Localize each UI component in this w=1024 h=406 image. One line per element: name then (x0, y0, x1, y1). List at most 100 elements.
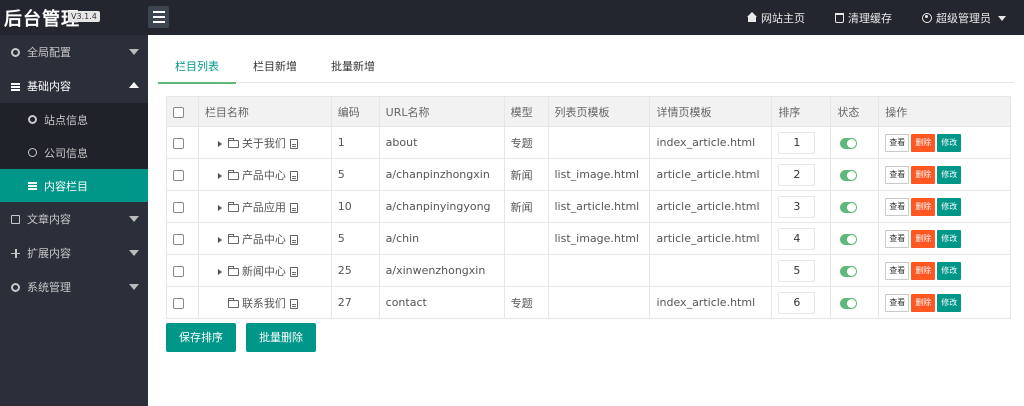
delete-button[interactable]: 删除 (911, 261, 936, 280)
column-name: 关于我们 (241, 136, 286, 150)
sidebar-item-site-info[interactable]: 站点信息 (0, 103, 148, 136)
column-header: 详情页模板 (649, 96, 773, 127)
edit-button[interactable]: 修改 (937, 293, 962, 312)
view-button[interactable]: 查看 (885, 133, 910, 152)
delete-button[interactable]: 删除 (911, 165, 936, 184)
edit-button[interactable]: 修改 (937, 133, 962, 152)
row-checkbox[interactable] (173, 265, 184, 277)
tab-batch-add[interactable]: 批量新增 (314, 55, 392, 83)
delete-button[interactable]: 删除 (911, 293, 936, 312)
sort-input[interactable]: 3 (778, 195, 816, 218)
detail-template-cell: article_article.html (649, 222, 773, 255)
row-checkbox[interactable] (173, 297, 184, 309)
list-template-cell: list_image.html (547, 158, 651, 191)
detail-template-cell (649, 254, 773, 287)
column-table: 栏目名称 编码 URL名称 模型 列表页模板 详情页模板 排序 状态 操作 关于… (166, 96, 1011, 319)
sidebar-item-basic-content[interactable]: 基础内容 (0, 69, 148, 103)
tab-column-list[interactable]: 栏目列表 (158, 55, 236, 84)
model-cell: 新闻 (503, 158, 549, 191)
view-button[interactable]: 查看 (885, 197, 910, 216)
chevron-down-icon (129, 216, 139, 222)
status-toggle[interactable] (840, 297, 858, 309)
expand-caret-icon[interactable] (217, 204, 222, 211)
sort-input[interactable]: 4 (778, 227, 816, 250)
sidebar-item-article-content[interactable]: 文章内容 (0, 202, 148, 236)
delete-button[interactable]: 删除 (911, 229, 936, 248)
clear-cache-link[interactable]: 清理缓存 (835, 10, 892, 26)
delete-button[interactable]: 删除 (911, 133, 936, 152)
status-toggle[interactable] (840, 233, 858, 245)
edit-button[interactable]: 修改 (937, 197, 962, 216)
row-checkbox[interactable] (173, 201, 184, 213)
column-name-cell: 产品中心 (197, 222, 332, 255)
user-icon (922, 13, 932, 23)
column-header: 操作 (878, 96, 1011, 127)
sidebar-item-company-info[interactable]: 公司信息 (0, 136, 148, 169)
table-row: 新闻中心 25 a/xinwenzhongxin 5 查看 删除 修改 (166, 254, 1011, 287)
sidebar-item-global-config[interactable]: 全局配置 (0, 35, 148, 69)
home-link[interactable]: 网站主页 (747, 10, 805, 26)
user-menu[interactable]: 超级管理员 (922, 10, 1006, 26)
edit-button[interactable]: 修改 (937, 229, 962, 248)
gear-icon (11, 282, 20, 292)
delete-button[interactable]: 删除 (911, 197, 936, 216)
table-body: 关于我们 1 about 专题 index_article.html 1 查看 删除 修改 产品中… (166, 126, 1011, 319)
sort-input[interactable]: 1 (778, 131, 816, 154)
model-cell: 专题 (503, 286, 549, 319)
edit-button[interactable]: 修改 (937, 165, 962, 184)
tab-column-add[interactable]: 栏目新增 (236, 55, 314, 83)
model-cell (503, 254, 549, 287)
hamburger-icon (152, 11, 165, 13)
sort-input[interactable]: 5 (778, 259, 816, 282)
row-operations: 查看 删除 修改 (885, 261, 1004, 280)
expand-caret-icon[interactable] (217, 140, 222, 147)
expand-caret-icon[interactable] (217, 172, 222, 179)
sidebar-item-extended-content[interactable]: 扩展内容 (0, 236, 148, 270)
status-toggle[interactable] (840, 265, 858, 277)
url-cell: contact (378, 286, 505, 319)
table-row: 产品中心 5 a/chin list_image.html article_articl… (166, 222, 1011, 255)
view-button[interactable]: 查看 (885, 165, 910, 184)
row-checkbox[interactable] (173, 169, 184, 181)
model-cell: 新闻 (503, 190, 549, 223)
table-header-row: 栏目名称 编码 URL名称 模型 列表页模板 详情页模板 排序 状态 操作 (166, 96, 1011, 127)
sidebar-item-content-columns[interactable]: 内容栏目 (0, 169, 148, 202)
status-toggle[interactable] (840, 201, 858, 213)
sidebar-item-system-admin[interactable]: 系统管理 (0, 270, 148, 304)
save-sort-button[interactable]: 保存排序 (166, 323, 236, 352)
gear-icon (28, 115, 37, 124)
view-button[interactable]: 查看 (885, 261, 910, 280)
model-cell (503, 222, 549, 255)
status-toggle[interactable] (840, 137, 858, 149)
document-icon (11, 214, 20, 224)
table-row: 关于我们 1 about 专题 index_article.html 1 查看 删除 修改 (166, 126, 1011, 159)
list-template-cell (547, 254, 651, 287)
page-icon (289, 266, 298, 277)
menu-toggle-button[interactable] (148, 6, 169, 28)
sort-input[interactable]: 6 (778, 291, 816, 314)
folder-icon (227, 137, 239, 148)
page-icon (289, 202, 298, 213)
edit-button[interactable]: 修改 (937, 261, 962, 280)
status-toggle[interactable] (840, 169, 858, 181)
url-cell: a/chanpinyingyong (378, 190, 505, 223)
model-cell: 专题 (503, 126, 549, 159)
row-checkbox[interactable] (173, 137, 184, 149)
page-icon (289, 170, 298, 181)
batch-delete-button[interactable]: 批量删除 (246, 323, 316, 352)
detail-template-cell: index_article.html (649, 286, 773, 319)
expand-caret-icon[interactable] (217, 236, 222, 243)
sort-input[interactable]: 2 (778, 163, 816, 186)
select-all-checkbox[interactable] (173, 106, 184, 118)
expand-caret-icon[interactable] (217, 268, 222, 275)
page-icon (289, 298, 298, 309)
top-bar: 后台管理 V3.1.4 网站主页 清理缓存 超级管理员 (0, 0, 1024, 35)
row-operations: 查看 删除 修改 (885, 293, 1004, 312)
column-name: 联系我们 (241, 296, 286, 310)
tab-bar: 栏目列表 栏目新增 批量新增 (158, 55, 1014, 84)
view-button[interactable]: 查看 (885, 229, 910, 248)
view-button[interactable]: 查看 (885, 293, 910, 312)
detail-template-cell: index_article.html (649, 126, 773, 159)
column-name-cell: 关于我们 (197, 126, 332, 159)
row-checkbox[interactable] (173, 233, 184, 245)
